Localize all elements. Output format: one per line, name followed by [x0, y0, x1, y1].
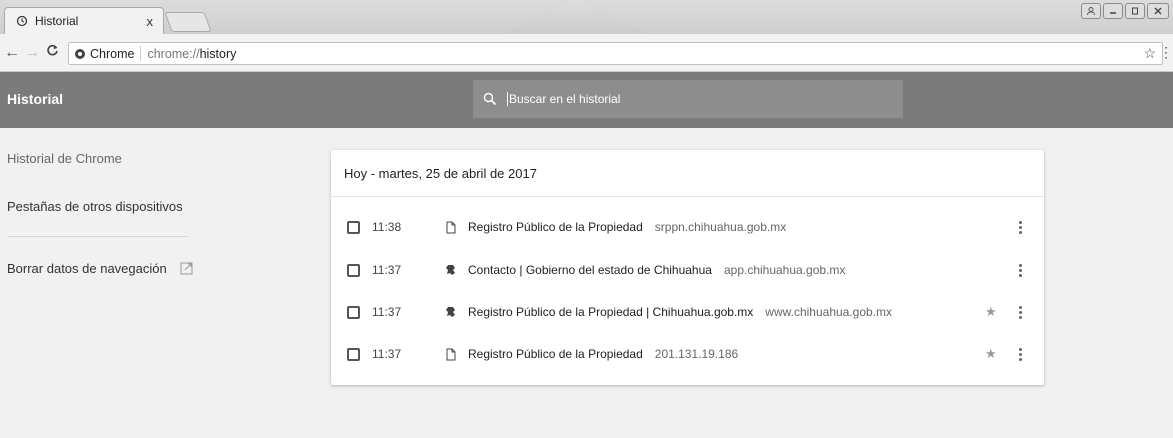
page-title: Historial [7, 91, 64, 107]
row-time: 11:37 [372, 305, 402, 319]
row-link[interactable]: Registro Público de la Propiedad 201.131.… [468, 347, 738, 361]
search-icon [483, 92, 497, 106]
row-domain: srppn.chihuahua.gob.mx [654, 220, 787, 234]
search-input[interactable] [509, 92, 889, 106]
open-in-new-icon [180, 262, 193, 278]
history-row[interactable]: 11:37 Contacto | Gobierno del estado de … [331, 253, 1044, 287]
row-title: Registro Público de la Propiedad [468, 347, 643, 361]
row-menu-icon[interactable] [1015, 263, 1025, 277]
chrome-security-chip[interactable]: Chrome [69, 46, 142, 61]
history-row[interactable]: 11:38 Registro Público de la Propiedad sr… [331, 210, 1044, 244]
row-menu-icon[interactable] [1015, 305, 1025, 319]
site-favicon-icon [444, 263, 458, 277]
row-domain: app.chihuahua.gob.mx [723, 263, 846, 277]
history-row[interactable]: 11:37 Registro Público de la Propiedad 20… [331, 337, 1044, 371]
tab-title: Historial [35, 14, 79, 28]
row-checkbox[interactable] [347, 263, 360, 277]
tab-strip: Historial x [0, 0, 1173, 34]
tab-close-button[interactable]: x [147, 14, 154, 29]
bookmark-star-icon[interactable]: ☆ [1143, 45, 1156, 62]
row-menu-icon[interactable] [1015, 220, 1025, 234]
restore-button[interactable] [1125, 3, 1145, 19]
history-icon [15, 14, 29, 28]
close-window-button[interactable] [1147, 3, 1169, 19]
sidebar-item-label: Borrar datos de navegación [7, 261, 167, 276]
row-time: 11:37 [372, 263, 402, 277]
tab-historial[interactable]: Historial x [4, 7, 164, 34]
row-title: Contacto | Gobierno del estado de Chihua… [468, 263, 712, 277]
sidebar-item-chrome-history[interactable]: Historial de Chrome [7, 151, 122, 166]
sidebar-item-clear-data[interactable]: Borrar datos de navegación [7, 261, 193, 278]
forward-arrow-icon[interactable]: → [24, 44, 40, 62]
row-menu-icon[interactable] [1015, 347, 1025, 361]
row-time: 11:37 [372, 347, 402, 361]
row-domain: 201.131.19.186 [654, 347, 739, 361]
page-icon [444, 347, 458, 361]
bookmarked-star-icon[interactable]: ★ [985, 304, 997, 320]
reload-icon[interactable] [44, 44, 60, 62]
row-link[interactable]: Registro Público de la Propiedad srppn.ch… [468, 220, 786, 234]
address-bar[interactable]: Chrome chrome://history ☆ [68, 42, 1163, 65]
site-favicon-icon [444, 305, 458, 319]
tabstrip-decoration [500, 0, 650, 34]
page-icon [444, 220, 458, 234]
row-domain: www.chihuahua.gob.mx [765, 305, 893, 319]
card-divider [331, 196, 1044, 197]
browser-menu-icon[interactable]: ⋮ [1159, 44, 1173, 61]
bookmarked-star-icon[interactable]: ★ [985, 346, 997, 362]
window-controls [1081, 3, 1169, 19]
history-card: Hoy - martes, 25 de abril de 2017 11:38 … [331, 150, 1044, 385]
url-host: history [199, 46, 237, 61]
row-checkbox[interactable] [347, 220, 360, 234]
back-arrow-icon[interactable]: ← [4, 44, 20, 62]
browser-toolbar: ← → Chrome chrome://history ☆ [0, 34, 1173, 72]
row-link[interactable]: Contacto | Gobierno del estado de Chihua… [468, 263, 845, 277]
text-caret [507, 92, 508, 106]
profile-icon[interactable] [1081, 3, 1101, 19]
row-time: 11:38 [372, 220, 402, 234]
history-header: Historial [0, 72, 1173, 128]
row-checkbox[interactable] [347, 305, 360, 319]
new-tab-button[interactable] [164, 12, 212, 32]
minimize-button[interactable] [1103, 3, 1123, 19]
history-search[interactable] [473, 80, 903, 118]
history-row[interactable]: 11:37 Registro Público de la Propiedad |… [331, 295, 1044, 329]
sidebar-divider [7, 236, 188, 237]
chip-label: Chrome [90, 46, 135, 61]
row-title: Registro Público de la Propiedad | Chihu… [468, 305, 754, 319]
sidebar-item-other-devices[interactable]: Pestañas de otros dispositivos [7, 199, 183, 214]
row-checkbox[interactable] [347, 347, 360, 361]
row-link[interactable]: Registro Público de la Propiedad | Chihu… [468, 305, 892, 319]
url-scheme: chrome:// [147, 46, 200, 61]
chrome-logo-icon [75, 48, 85, 59]
row-title: Registro Público de la Propiedad [468, 220, 643, 234]
date-header: Hoy - martes, 25 de abril de 2017 [344, 166, 537, 181]
